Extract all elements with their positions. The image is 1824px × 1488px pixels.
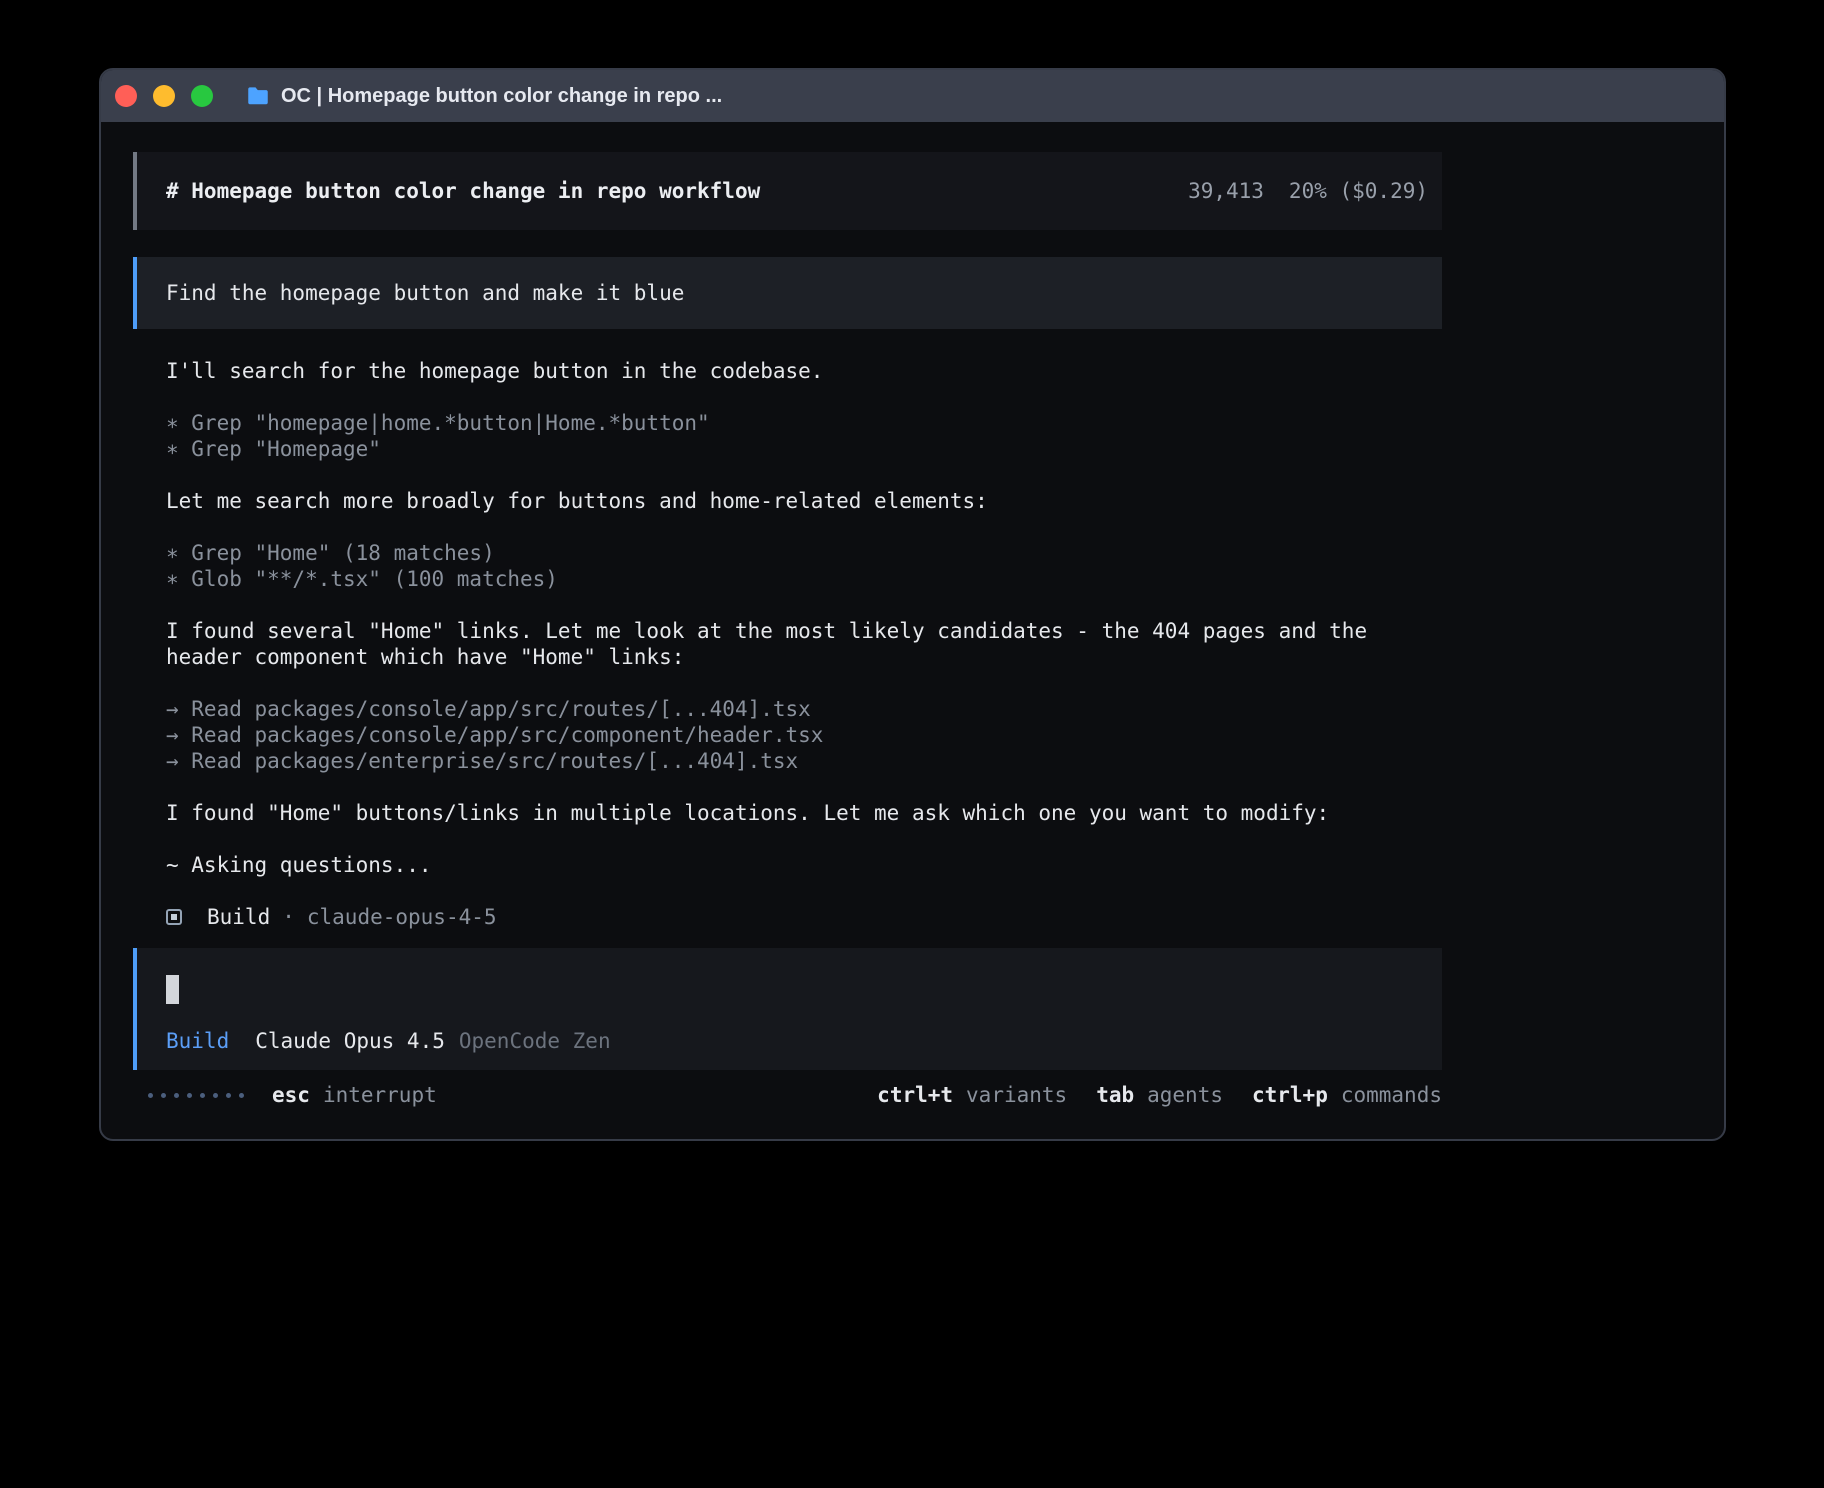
shortcut-key: ctrl+p bbox=[1252, 1082, 1328, 1108]
shortcut-label: agents bbox=[1147, 1082, 1223, 1108]
model-name: Claude Opus 4.5 bbox=[255, 1028, 445, 1054]
tool-call-grep: ∗ Grep "Home" (18 matches) bbox=[166, 540, 1442, 566]
agent-separator: · bbox=[282, 904, 295, 930]
shortcut-label: variants bbox=[966, 1082, 1067, 1108]
assistant-text: I found several "Home" links. Let me loo… bbox=[166, 618, 1442, 670]
agent-status: Build · claude-opus-4-5 bbox=[166, 904, 1442, 930]
tool-call-read: → Read packages/console/app/src/componen… bbox=[166, 722, 1442, 748]
agent-icon bbox=[166, 909, 182, 925]
session-stats: 39,413 20% ($0.29) bbox=[1188, 179, 1428, 203]
assistant-text: I found "Home" buttons/links in multiple… bbox=[166, 800, 1442, 826]
context-cost: 20% ($0.29) bbox=[1289, 179, 1428, 203]
status-text: ~ Asking questions... bbox=[166, 852, 1442, 878]
shortcut-key: ctrl+t bbox=[877, 1082, 953, 1108]
agent-model: claude-opus-4-5 bbox=[307, 904, 497, 930]
traffic-lights bbox=[115, 85, 213, 107]
user-message: Find the homepage button and make it blu… bbox=[133, 257, 1442, 329]
shortcut-agents: tab agents bbox=[1096, 1082, 1223, 1108]
tool-call-group: ∗ Grep "Home" (18 matches) ∗ Glob "**/*.… bbox=[166, 540, 1442, 592]
shortcut-variants: ctrl+t variants bbox=[877, 1082, 1067, 1108]
session-header: # Homepage button color change in repo w… bbox=[133, 152, 1442, 230]
shortcut-commands: ctrl+p commands bbox=[1252, 1082, 1442, 1108]
tool-call-glob: ∗ Glob "**/*.tsx" (100 matches) bbox=[166, 566, 1442, 592]
spinner-dots bbox=[148, 1093, 244, 1098]
zoom-button[interactable] bbox=[191, 85, 213, 107]
shortcut-label: commands bbox=[1341, 1082, 1442, 1108]
prompt-input[interactable]: Build Claude Opus 4.5 OpenCode Zen bbox=[133, 948, 1442, 1070]
window-title: OC | Homepage button color change in rep… bbox=[281, 85, 722, 108]
titlebar[interactable]: OC | Homepage button color change in rep… bbox=[101, 70, 1724, 122]
session-title: # Homepage button color change in repo w… bbox=[166, 179, 760, 203]
tool-call-read: → Read packages/enterprise/src/routes/[.… bbox=[166, 748, 1442, 774]
model-provider: OpenCode Zen bbox=[459, 1028, 611, 1054]
shortcut-key: tab bbox=[1096, 1082, 1134, 1108]
status-bar: esc interrupt ctrl+t variants tab agents… bbox=[133, 1082, 1442, 1108]
minimize-button[interactable] bbox=[153, 85, 175, 107]
close-button[interactable] bbox=[115, 85, 137, 107]
conversation: I'll search for the homepage button in t… bbox=[133, 358, 1442, 930]
text-cursor bbox=[166, 975, 179, 1004]
agent-name: Build bbox=[207, 904, 270, 930]
token-count: 39,413 bbox=[1188, 179, 1264, 203]
tool-call-group: → Read packages/console/app/src/routes/[… bbox=[166, 696, 1442, 774]
shortcut-key-esc: esc bbox=[272, 1082, 310, 1108]
assistant-text: Let me search more broadly for buttons a… bbox=[166, 488, 1442, 514]
tool-call-grep: ∗ Grep "Homepage" bbox=[166, 436, 1442, 462]
terminal-content: # Homepage button color change in repo w… bbox=[101, 122, 1724, 1108]
agent-mode-label[interactable]: Build bbox=[166, 1028, 229, 1054]
folder-icon bbox=[245, 83, 271, 109]
tool-call-grep: ∗ Grep "homepage|home.*button|Home.*butt… bbox=[166, 410, 1442, 436]
assistant-text: I'll search for the homepage button in t… bbox=[166, 358, 1442, 384]
model-row: Build Claude Opus 4.5 OpenCode Zen bbox=[166, 1028, 1413, 1054]
tool-call-read: → Read packages/console/app/src/routes/[… bbox=[166, 696, 1442, 722]
terminal-window: OC | Homepage button color change in rep… bbox=[99, 68, 1726, 1141]
user-message-text: Find the homepage button and make it blu… bbox=[166, 281, 684, 305]
shortcut-label-interrupt: interrupt bbox=[323, 1082, 437, 1108]
tool-call-group: ∗ Grep "homepage|home.*button|Home.*butt… bbox=[166, 410, 1442, 462]
